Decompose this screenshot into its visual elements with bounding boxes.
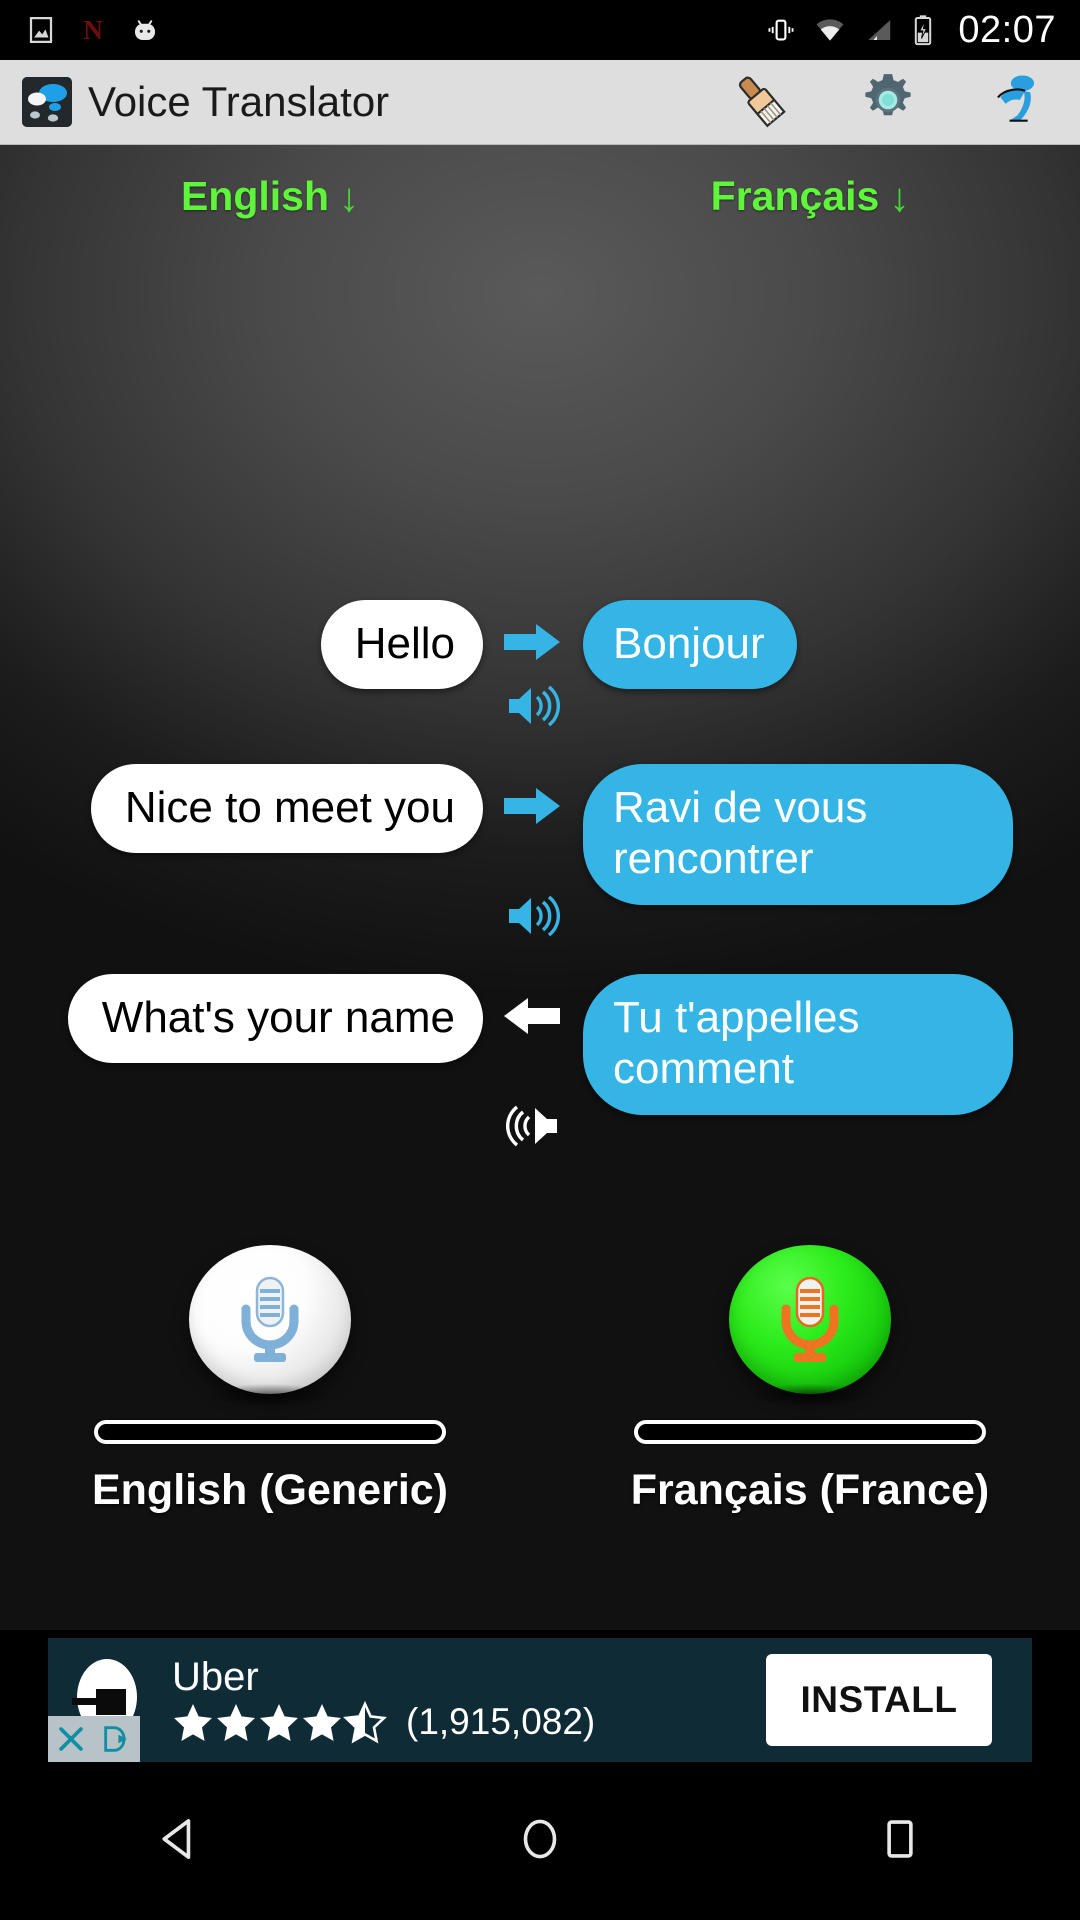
app-logo-icon [22, 77, 72, 127]
ad-rating-row: (1,915,082) [172, 1700, 595, 1744]
arrow-right-icon [502, 616, 564, 668]
status-bar: N 02:07 [0, 0, 1080, 60]
ad-close-button[interactable] [48, 1716, 94, 1762]
chevron-down-icon: ↓ [339, 176, 360, 220]
target-bubble-wrap: Bonjour [583, 600, 1048, 690]
target-text-bubble[interactable]: Bonjour [583, 600, 797, 690]
page-title: Voice Translator [88, 78, 390, 125]
translation-row: Hello Bonjour [0, 600, 1080, 734]
microphone-icon [781, 1277, 839, 1363]
ad-review-count: (1,915,082) [406, 1701, 596, 1742]
cell-signal-icon [864, 15, 894, 45]
target-text-bubble[interactable]: Ravi de vous rencontrer [583, 764, 1013, 905]
mic-panel: English (Generic) Français (France) [0, 1245, 1080, 1515]
translation-list: Hello Bonjour Nice to meet you Ravi de v… [0, 600, 1080, 1184]
ad-banner[interactable]: Uber (1,915,082) INSTALL [48, 1638, 1032, 1762]
battery-charging-icon [912, 14, 934, 46]
netflix-n-icon: N [78, 14, 108, 46]
action-bar: Voice Translator [0, 60, 1080, 145]
main-content: English ↓ Français ↓ Hello Bonjour Nice … [0, 145, 1080, 1630]
row-controls [483, 974, 583, 1154]
source-text-bubble[interactable]: Hello [320, 600, 483, 690]
nav-home-button[interactable] [360, 1810, 720, 1873]
target-language-label: Français [710, 172, 880, 219]
nav-recents-button[interactable] [720, 1810, 1080, 1873]
source-bubble-wrap: Nice to meet you [18, 764, 483, 854]
target-language-selector[interactable]: Français ↓ [540, 167, 1080, 225]
clear-button[interactable] [696, 60, 824, 145]
android-head-icon [130, 15, 160, 45]
source-language-caption: English (Generic) [91, 1466, 448, 1514]
source-text-bubble[interactable]: What's your name [67, 974, 483, 1064]
target-mic-column: Français (France) [540, 1245, 1080, 1515]
microphone-icon [241, 1277, 299, 1363]
row-controls [483, 764, 583, 944]
android-nav-bar [0, 1762, 1080, 1920]
action-bar-actions [696, 60, 1080, 145]
translation-row: Nice to meet you Ravi de vous rencontrer [0, 764, 1080, 944]
recents-square-icon [871, 1810, 929, 1873]
source-bubble-wrap: Hello [18, 600, 483, 690]
info-button[interactable] [952, 60, 1080, 145]
arrow-left-icon [502, 990, 564, 1042]
target-bubble-wrap: Tu t'appelles comment [583, 974, 1048, 1115]
ad-choices-icon[interactable] [94, 1716, 140, 1762]
clear-brush-icon [729, 69, 791, 136]
source-language-selector[interactable]: English ↓ [0, 167, 540, 225]
target-mic-button[interactable] [729, 1245, 891, 1406]
source-mic-column: English (Generic) [0, 1245, 540, 1515]
settings-gear-icon [857, 69, 919, 136]
settings-button[interactable] [824, 60, 952, 145]
info-icon [985, 69, 1047, 136]
status-bar-left-icons: N [0, 14, 160, 46]
source-language-label: English [180, 172, 330, 219]
rating-stars-icon [172, 1700, 392, 1744]
target-language-caption: Français (France) [630, 1466, 990, 1514]
ad-install-button[interactable]: INSTALL [766, 1654, 992, 1746]
app-root: N 02:07 Voice Translator English ↓ Franç… [0, 0, 1080, 1920]
source-text-bubble[interactable]: Nice to meet you [90, 764, 483, 854]
translation-row: What's your name Tu t'appelles comment [0, 974, 1080, 1154]
home-circle-icon [511, 1810, 569, 1873]
status-bar-clock: 02:07 [958, 8, 1056, 51]
speaker-left-icon[interactable] [503, 1098, 563, 1154]
source-mic-button[interactable] [189, 1245, 351, 1406]
ad-app-name: Uber [172, 1655, 259, 1699]
source-bubble-wrap: What's your name [18, 974, 483, 1064]
wifi-icon [814, 15, 846, 45]
language-selector-row: English ↓ Français ↓ [0, 167, 1080, 225]
back-triangle-icon [151, 1810, 209, 1873]
svg-text:N: N [83, 14, 103, 45]
target-bubble-wrap: Ravi de vous rencontrer [583, 764, 1048, 905]
speaker-right-icon[interactable] [503, 678, 563, 734]
status-bar-right-icons: 02:07 [766, 9, 1080, 52]
screenshot-icon [26, 15, 56, 45]
mic-shadow [205, 1383, 335, 1406]
target-text-bubble[interactable]: Tu t'appelles comment [583, 974, 1013, 1115]
mic-shadow [745, 1383, 875, 1406]
vibrate-icon [766, 15, 796, 45]
ad-details: Uber (1,915,082) [172, 1656, 595, 1744]
arrow-right-icon [502, 780, 564, 832]
row-controls [483, 600, 583, 734]
source-progress-bar [94, 1419, 446, 1444]
ad-badges [48, 1716, 140, 1762]
target-progress-bar [634, 1419, 986, 1444]
chevron-down-icon: ↓ [889, 176, 910, 220]
nav-back-button[interactable] [0, 1810, 360, 1873]
speaker-right-icon[interactable] [503, 888, 563, 944]
